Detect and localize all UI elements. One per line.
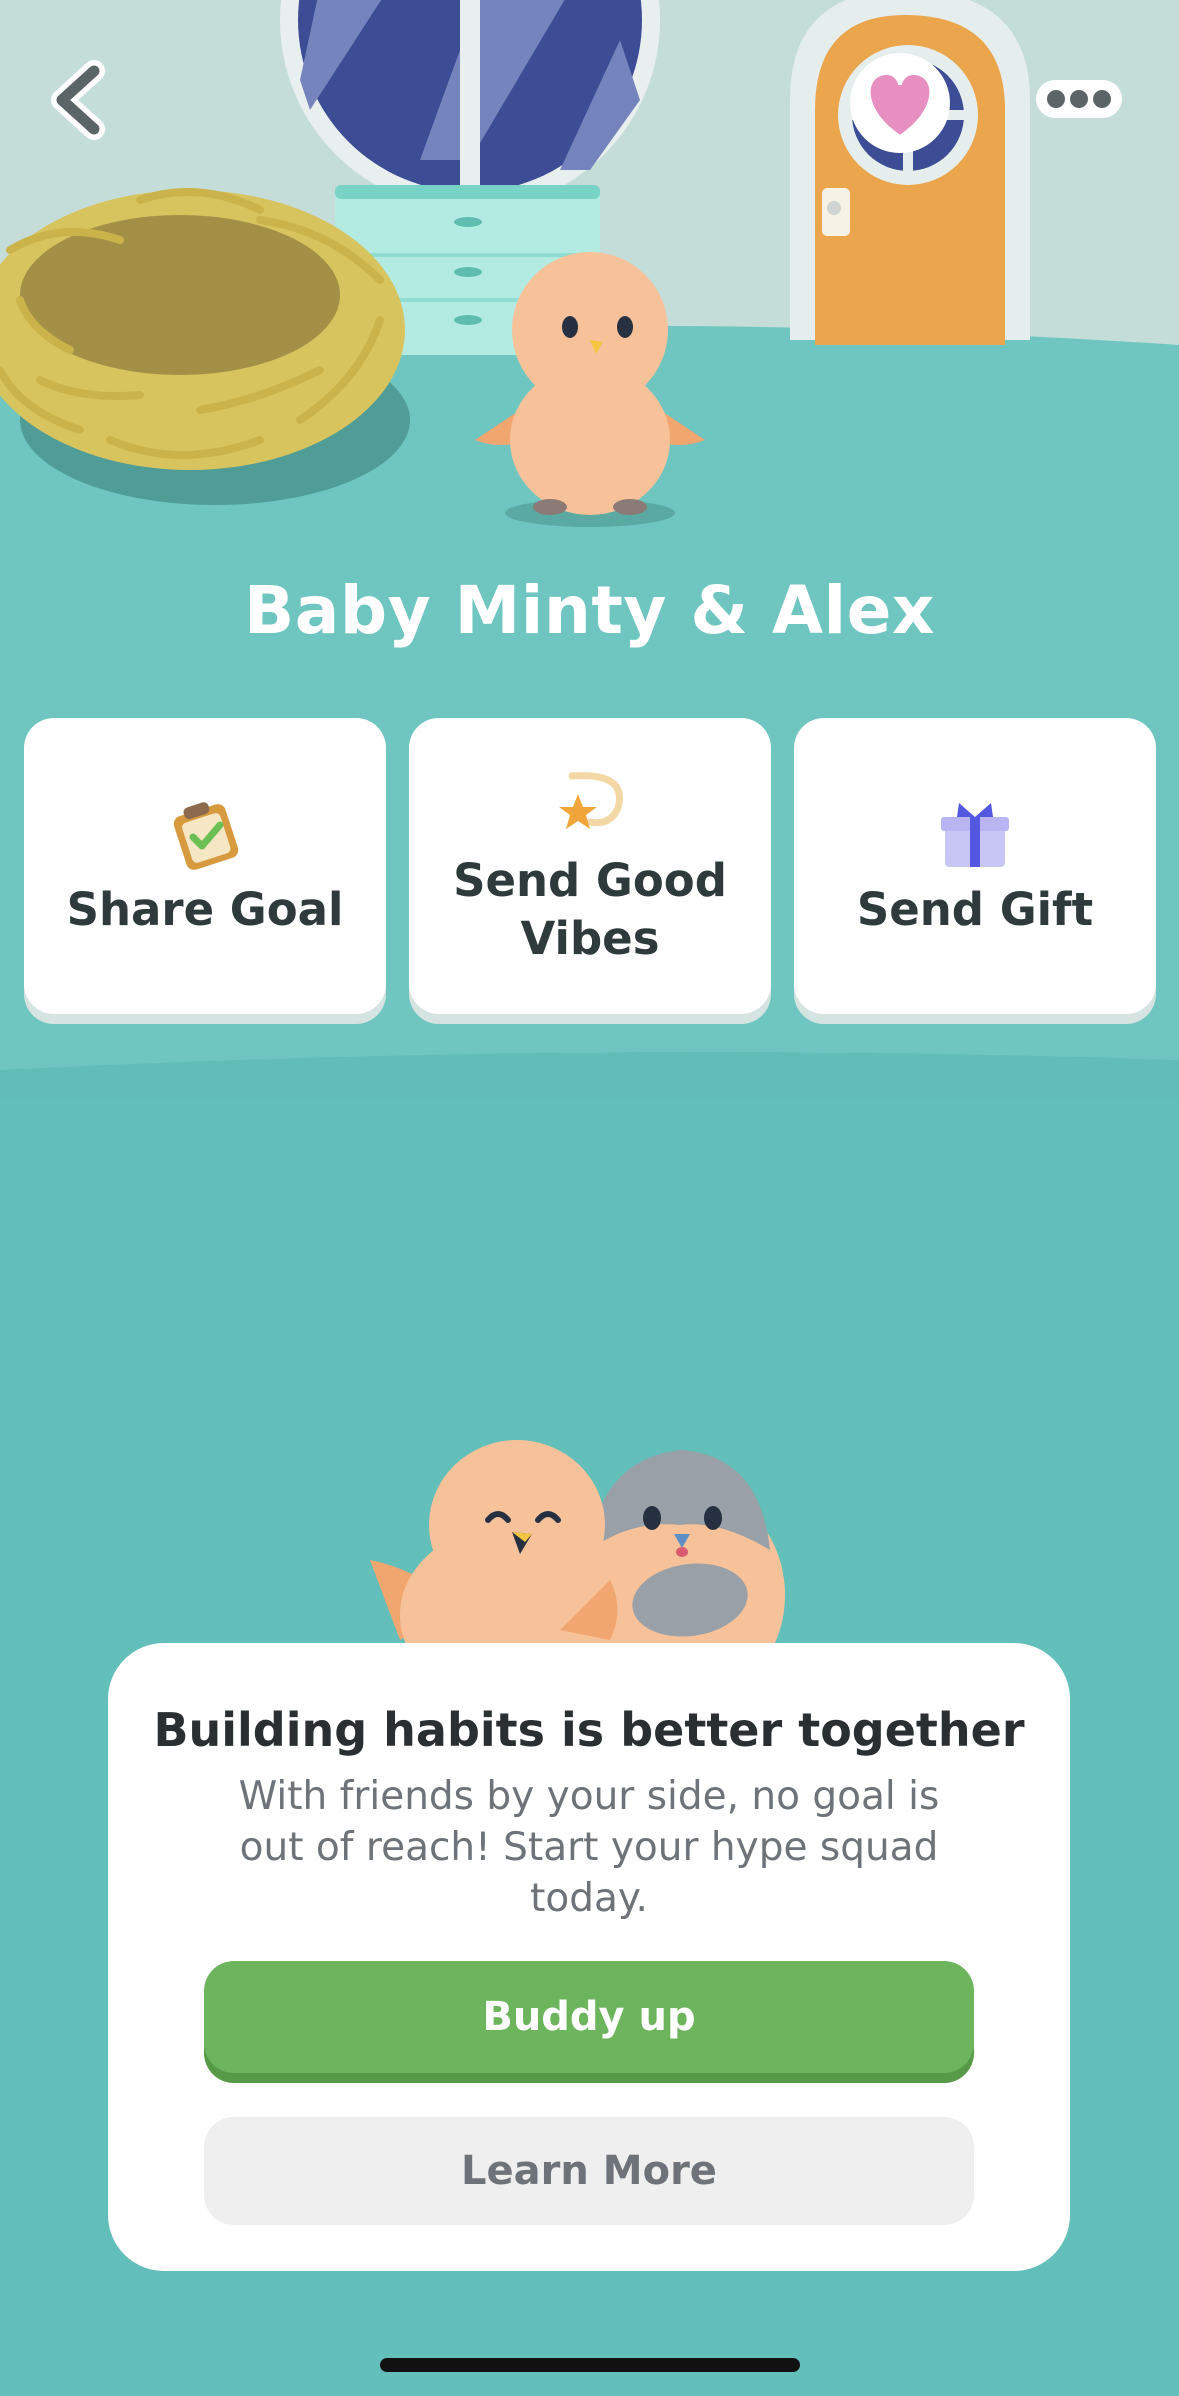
clipboard-check-icon xyxy=(173,802,239,870)
buddy-up-button[interactable]: Buddy up xyxy=(204,1961,974,2073)
gift-icon xyxy=(941,803,1009,867)
room-title: Baby Minty & Alex xyxy=(244,572,935,649)
back-button[interactable] xyxy=(38,55,128,145)
buddy-room-screen: Baby Minty & Alex Share Goal Send Good V… xyxy=(0,0,1179,2396)
buddy-birds-illustration xyxy=(370,1440,785,1650)
buddy-up-promo-card: Building habits is better together With … xyxy=(108,1643,1070,2271)
send-good-vibes-label: Send Good Vibes xyxy=(453,854,727,965)
send-gift-button[interactable]: Send Gift xyxy=(794,718,1156,1014)
chevron-left-icon xyxy=(51,60,105,140)
more-dots-icon xyxy=(1036,80,1122,118)
send-good-vibes-button[interactable]: Send Good Vibes xyxy=(409,718,771,1014)
home-indicator[interactable] xyxy=(380,2358,800,2372)
share-goal-button[interactable]: Share Goal xyxy=(24,718,386,1014)
heart-icon xyxy=(850,53,950,153)
shooting-star-icon xyxy=(559,772,623,829)
more-options-button[interactable] xyxy=(1034,76,1124,122)
promo-description: With friends by your side, no goal is ou… xyxy=(238,1774,940,1921)
floor-edge xyxy=(0,1052,1179,1100)
send-gift-label: Send Gift xyxy=(856,883,1094,936)
promo-title: Building habits is better together xyxy=(153,1703,1025,1757)
favorite-button[interactable] xyxy=(840,45,960,165)
learn-more-button[interactable]: Learn More xyxy=(204,2117,974,2225)
share-goal-label: Share Goal xyxy=(66,883,344,936)
